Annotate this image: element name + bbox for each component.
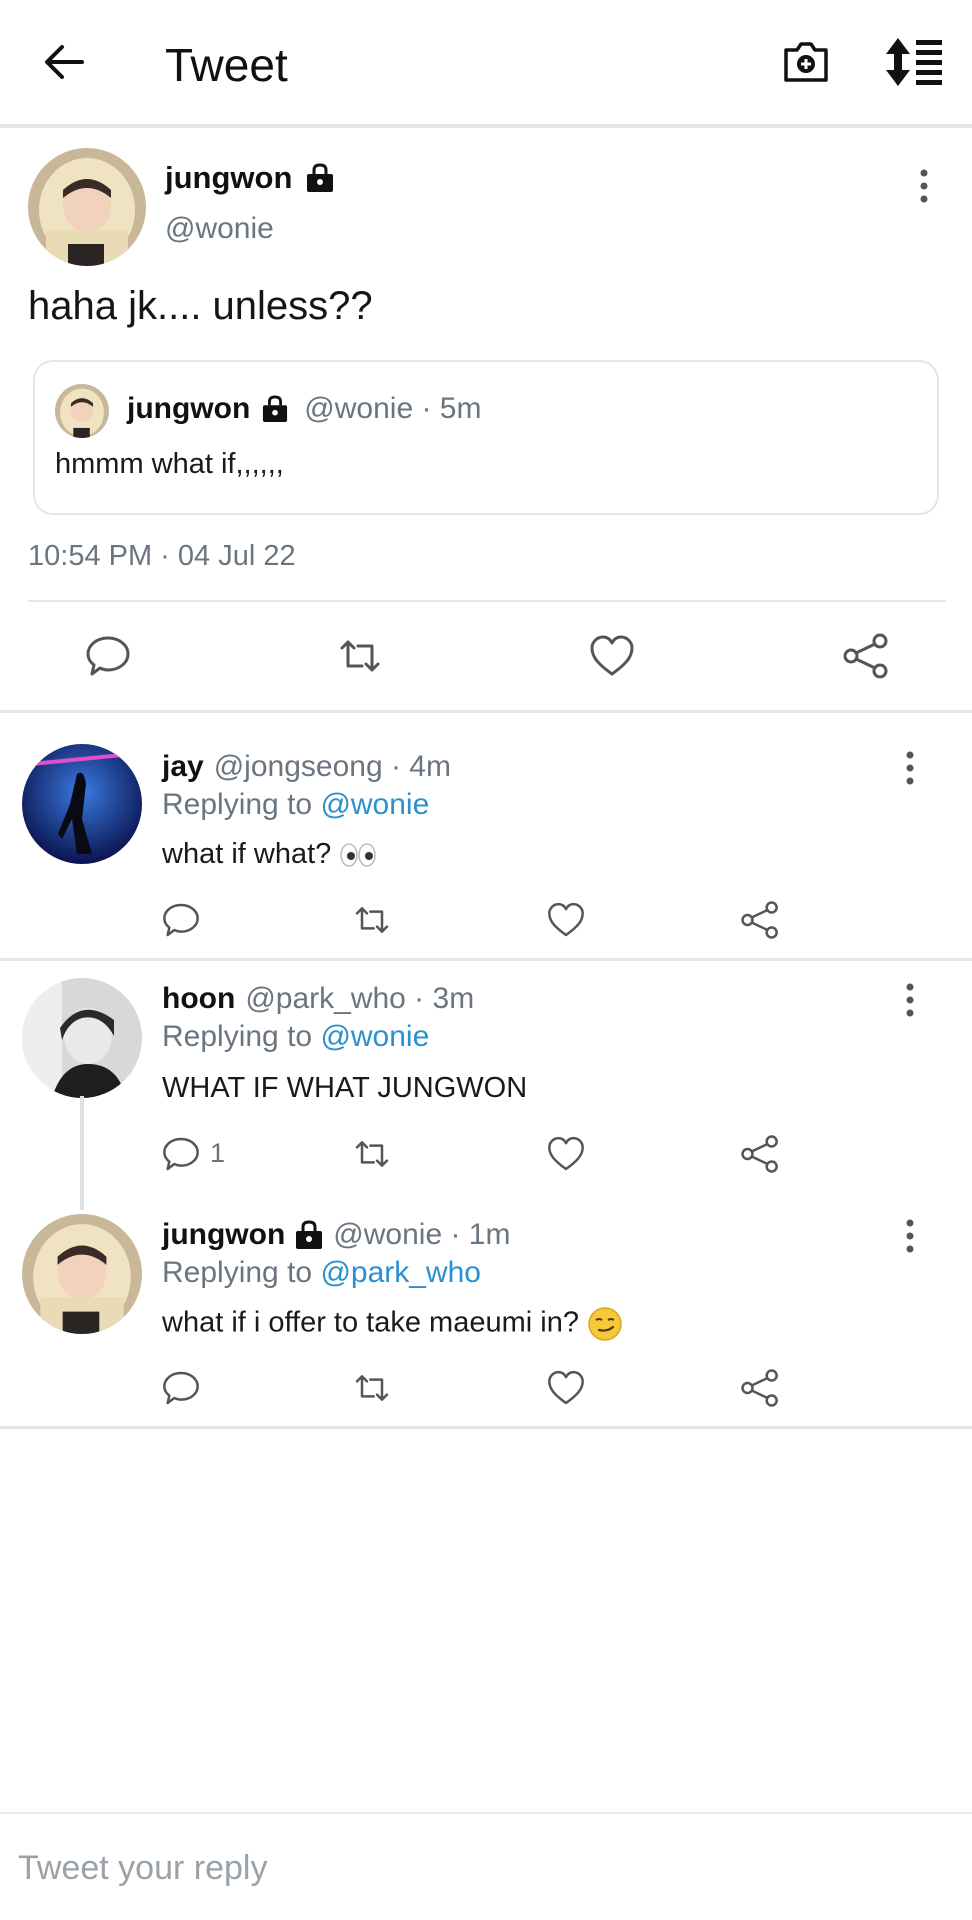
reply-meta: @park_who · 3m (245, 982, 475, 1015)
section-divider (0, 1426, 972, 1429)
more-vertical-icon[interactable] (900, 1218, 920, 1254)
divider (28, 600, 946, 602)
avatar[interactable] (28, 148, 146, 266)
avatar[interactable] (22, 1214, 142, 1334)
retweet-icon[interactable] (336, 632, 384, 680)
reply-count: 1 (210, 1138, 226, 1168)
reply-head: jungwon @wonie · 1m (162, 1218, 510, 1252)
camera-add-icon[interactable] (780, 36, 832, 88)
eyes-emoji-icon (340, 843, 377, 868)
page-title: Tweet (165, 39, 288, 91)
lock-icon (296, 1220, 323, 1249)
heart-icon[interactable] (546, 1368, 586, 1408)
reply-icon[interactable] (161, 900, 201, 940)
share-icon[interactable] (842, 632, 890, 680)
reply-text: what if i offer to take maeumi in? (162, 1306, 579, 1339)
share-icon[interactable] (740, 1368, 780, 1408)
tweet-text: haha jk.... unless?? (28, 284, 373, 328)
mention-link[interactable]: @park_who (320, 1256, 481, 1289)
author-row: jungwon (165, 160, 334, 196)
replying-prefix: Replying to (162, 788, 313, 821)
reply-icon[interactable] (161, 1368, 201, 1408)
section-divider (0, 710, 972, 713)
reply-composer (0, 1812, 972, 1920)
heart-icon[interactable] (546, 1134, 586, 1174)
quoted-author-name: jungwon (127, 392, 251, 425)
quoted-tweet[interactable]: jungwon @wonie · 5m hmmm what if,,,,,, (33, 360, 939, 515)
author-handle[interactable]: @wonie (165, 212, 274, 246)
lock-icon (307, 163, 334, 192)
reply-text: WHAT IF WHAT JUNGWON (162, 1072, 528, 1104)
reply-author-name[interactable]: jay (162, 750, 204, 784)
author-name[interactable]: jungwon (165, 160, 292, 196)
reply-actions (0, 898, 972, 942)
reply-text-row: what if what? (162, 838, 377, 871)
replying-to: Replying to @wonie (162, 1020, 429, 1054)
retweet-icon[interactable] (352, 1368, 392, 1408)
replying-to: Replying to @park_who (162, 1256, 481, 1290)
reply-text-row: what if i offer to take maeumi in? (162, 1306, 623, 1342)
reply-item[interactable]: jungwon @wonie · 1m Replying to @park_wh… (0, 1196, 972, 1426)
avatar (55, 384, 109, 438)
smirk-emoji-icon (588, 1307, 622, 1341)
reply-author-name[interactable]: hoon (162, 982, 235, 1016)
reply-head: jay @jongseong · 4m (162, 750, 451, 784)
reply-actions: 1 (0, 1132, 972, 1176)
reply-meta: @wonie · 1m (333, 1218, 511, 1251)
lock-icon (263, 395, 288, 422)
section-divider (0, 958, 972, 961)
tweet-actions (0, 630, 972, 686)
quoted-meta: @wonie · 5m (304, 392, 482, 425)
more-vertical-icon[interactable] (914, 168, 934, 204)
reply-author-name[interactable]: jungwon (162, 1218, 285, 1252)
more-vertical-icon[interactable] (900, 982, 920, 1018)
mention-link[interactable]: @wonie (320, 1020, 429, 1053)
quoted-text: hmmm what if,,,,,, (55, 448, 284, 480)
reply-icon[interactable] (161, 1134, 201, 1174)
heart-icon[interactable] (588, 632, 636, 680)
quoted-author-row: jungwon @wonie · 5m (127, 392, 481, 426)
heart-icon[interactable] (546, 900, 586, 940)
avatar[interactable] (22, 744, 142, 864)
reply-text: what if what? (162, 838, 332, 870)
reply-head: hoon @park_who · 3m (162, 982, 474, 1016)
reply-meta: @jongseong · 4m (213, 750, 451, 783)
mention-link[interactable]: @wonie (320, 788, 429, 821)
reply-actions (0, 1366, 972, 1410)
share-icon[interactable] (740, 900, 780, 940)
top-bar: Tweet (0, 0, 972, 128)
replying-prefix: Replying to (162, 1020, 313, 1053)
replying-prefix: Replying to (162, 1256, 313, 1289)
retweet-icon[interactable] (352, 900, 392, 940)
timestamp: 10:54 PM · 04 Jul 22 (28, 540, 296, 572)
reply-icon[interactable] (84, 632, 132, 680)
retweet-icon[interactable] (352, 1134, 392, 1174)
reply-item[interactable]: jay @jongseong · 4m Replying to @wonie w… (0, 730, 972, 958)
sort-list-icon[interactable] (886, 36, 944, 88)
avatar[interactable] (22, 978, 142, 1098)
more-vertical-icon[interactable] (900, 750, 920, 786)
reply-input[interactable] (18, 1838, 948, 1898)
replying-to: Replying to @wonie (162, 788, 429, 822)
share-icon[interactable] (740, 1134, 780, 1174)
arrow-left-icon[interactable] (42, 40, 86, 84)
reply-item[interactable]: hoon @park_who · 3m Replying to @wonie W… (0, 964, 972, 1210)
